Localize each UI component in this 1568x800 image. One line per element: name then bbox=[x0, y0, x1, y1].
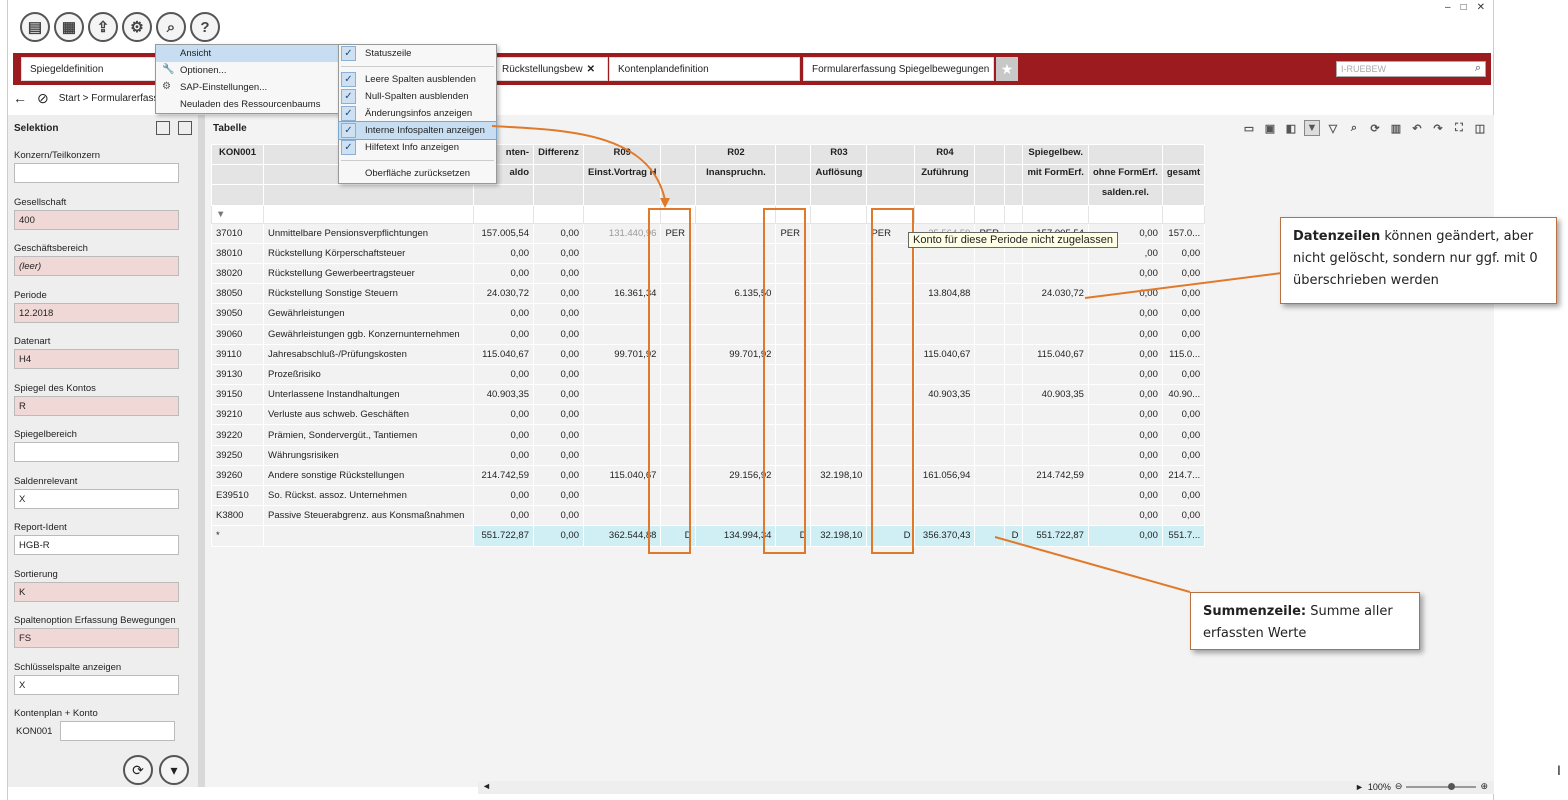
callout-title: Datenzeilen bbox=[1293, 229, 1381, 244]
callout-title: Summenzeile: bbox=[1203, 604, 1307, 619]
tooltip: Konto für diese Periode nicht zugelassen bbox=[908, 232, 1118, 248]
text-cursor-icon: I bbox=[1557, 762, 1561, 778]
arrowhead-icon bbox=[660, 198, 670, 208]
callout-datenzeilen: Datenzeilen können geändert, aber nicht … bbox=[1280, 217, 1557, 304]
annotation-arrows bbox=[491, 125, 1306, 593]
arrow-to-summenzeile bbox=[994, 536, 1191, 593]
arrow-to-per-column bbox=[491, 125, 666, 201]
callout-summenzeile: Summenzeile: Summe aller erfassten Werte bbox=[1190, 592, 1420, 650]
arrow-to-datenzeilen bbox=[1084, 269, 1306, 299]
